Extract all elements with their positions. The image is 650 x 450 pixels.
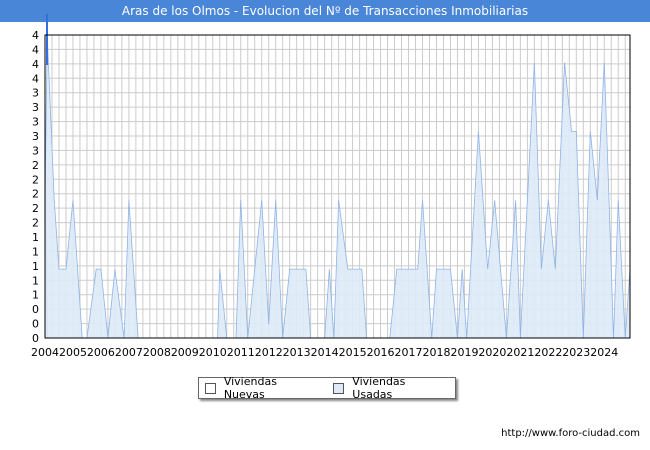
y-tick-label: 3 (32, 87, 39, 100)
legend-item-usadas: Viviendas Usadas (333, 375, 447, 401)
x-tick-label: 2007 (115, 346, 143, 359)
x-tick-label: 2015 (339, 346, 367, 359)
x-tick-label: 2006 (87, 346, 115, 359)
footer-url: http://www.foro-ciudad.com (501, 428, 640, 439)
y-tick-label: 1 (32, 260, 39, 273)
y-tick-label: 0 (32, 318, 39, 331)
x-tick-label: 2010 (199, 346, 227, 359)
x-tick-label: 2013 (283, 346, 311, 359)
y-axis-ticks: 0001111122222333334444 (32, 29, 39, 345)
y-tick-label: 0 (32, 303, 39, 316)
y-tick-label: 2 (32, 159, 39, 172)
legend-label-nuevas: Viviendas Nuevas (223, 375, 277, 401)
x-tick-label: 2005 (59, 346, 87, 359)
x-tick-label: 2024 (590, 346, 618, 359)
y-tick-label: 3 (32, 116, 39, 129)
x-tick-label: 2022 (534, 346, 562, 359)
y-tick-label: 0 (32, 332, 39, 345)
y-tick-label: 4 (32, 43, 39, 56)
x-tick-label: 2021 (506, 346, 534, 359)
x-axis-ticks: 2004 2005 2006 2007 2008 2009 2010 2011 2012 2013… (31, 346, 618, 359)
x-tick-label: 2016 (367, 346, 395, 359)
x-tick-label: 2019 (450, 346, 478, 359)
x-tick-label: 2004 (31, 346, 59, 359)
y-tick-label: 2 (32, 173, 39, 186)
y-tick-label: 1 (32, 231, 39, 244)
legend: Viviendas Nuevas Viviendas Usadas (198, 375, 456, 401)
y-tick-label: 2 (32, 202, 39, 215)
x-tick-label: 2009 (171, 346, 199, 359)
x-tick-label: 2023 (562, 346, 590, 359)
x-tick-label: 2018 (422, 346, 450, 359)
y-tick-label: 3 (32, 101, 39, 114)
x-tick-label: 2011 (227, 346, 255, 359)
y-tick-label: 2 (32, 188, 39, 201)
x-tick-label: 2020 (478, 346, 506, 359)
y-tick-label: 4 (32, 72, 39, 85)
y-tick-label: 2 (32, 217, 39, 230)
y-tick-label: 4 (32, 29, 39, 42)
legend-swatch-nuevas (205, 382, 216, 394)
y-tick-label: 3 (32, 144, 39, 157)
legend-swatch-usadas (333, 382, 345, 394)
series-layer (44, 14, 631, 339)
series-usadas-area (44, 34, 631, 339)
x-tick-label: 2014 (311, 346, 339, 359)
legend-label-usadas: Viviendas Usadas (352, 375, 406, 401)
y-tick-label: 3 (32, 130, 39, 143)
y-tick-label: 1 (32, 274, 39, 287)
y-tick-label: 1 (32, 245, 39, 258)
legend-item-nuevas: Viviendas Nuevas (205, 375, 319, 401)
y-tick-label: 1 (32, 289, 39, 302)
x-tick-label: 2008 (143, 346, 171, 359)
y-tick-label: 4 (32, 58, 39, 71)
x-tick-label: 2017 (395, 346, 423, 359)
x-tick-label: 2012 (255, 346, 283, 359)
